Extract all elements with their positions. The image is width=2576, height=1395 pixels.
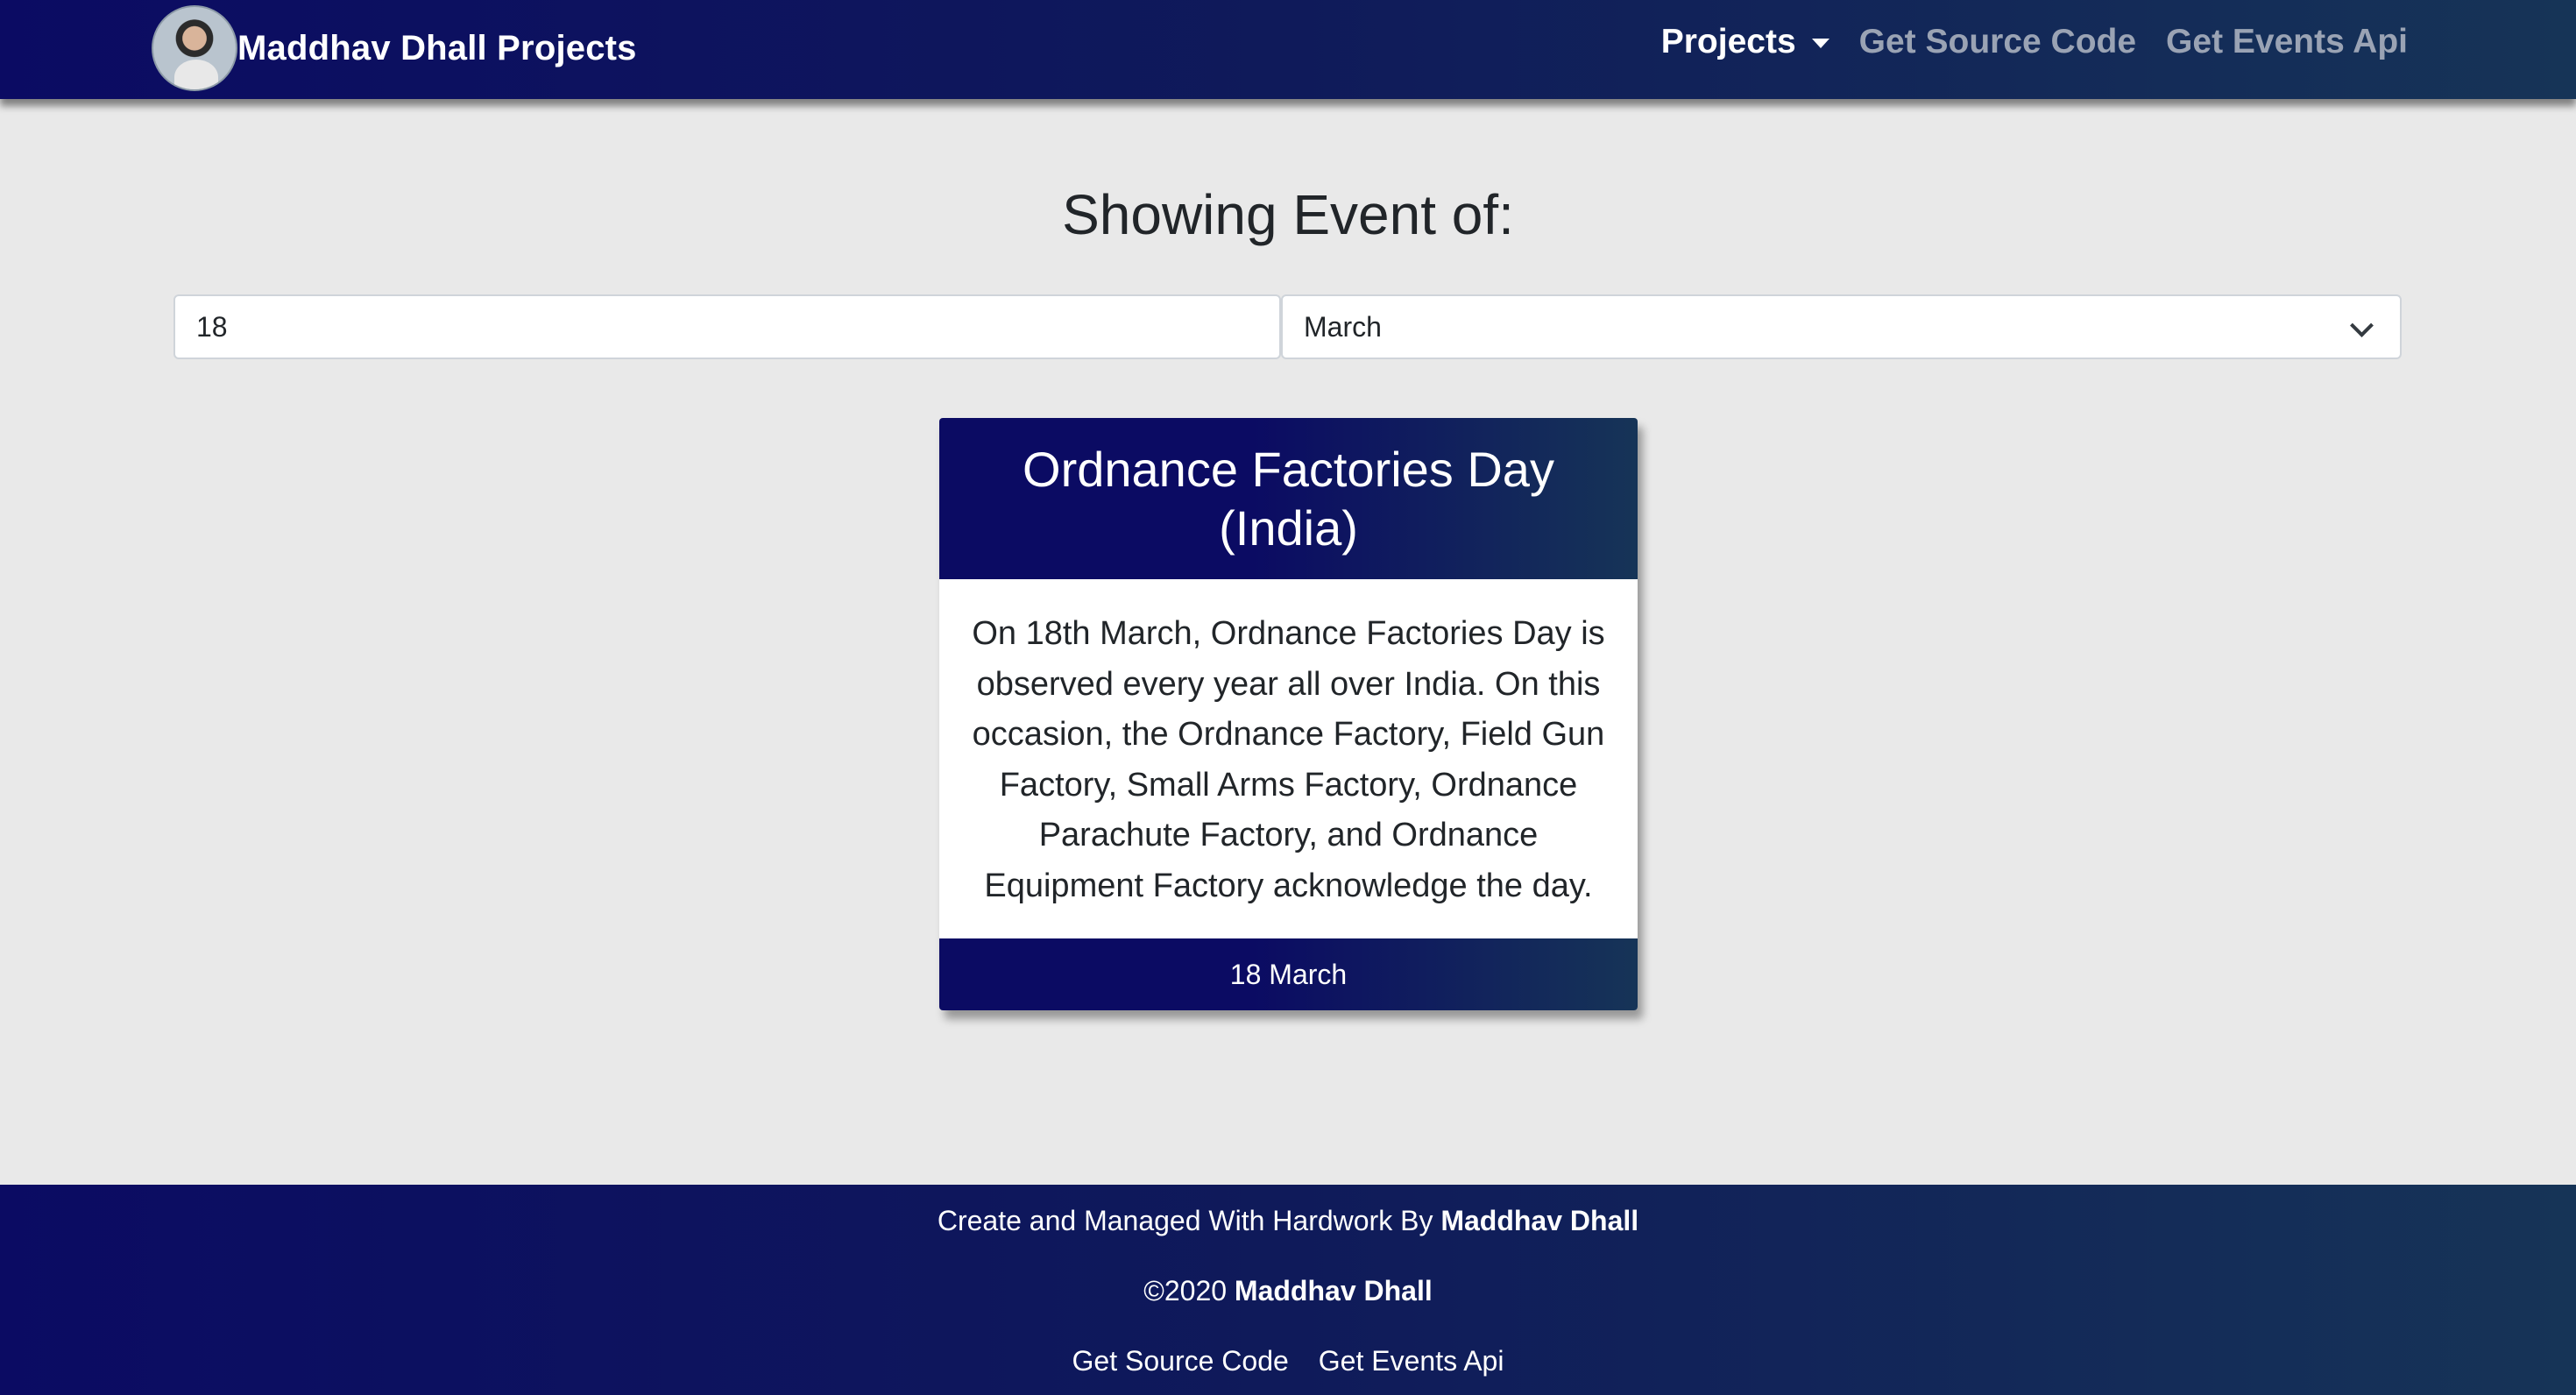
- footer-credit: Create and Managed With Hardwork By Madd…: [0, 1205, 2576, 1237]
- footer-copyright-prefix: ©2020: [1143, 1275, 1228, 1306]
- footer-credit-prefix: Create and Managed With Hardwork By: [937, 1205, 1433, 1236]
- brand-title: Maddhav Dhall Projects: [237, 28, 637, 67]
- event-card-description: On 18th March, Ordnance Factories Day is…: [972, 615, 1605, 904]
- footer-credit-name: Maddhav Dhall: [1440, 1205, 1639, 1236]
- event-card-title: Ordnance Factories Day (India): [939, 418, 1638, 579]
- brand-link[interactable]: Maddhav Dhall Projects: [152, 5, 637, 91]
- event-card: Ordnance Factories Day (India) On 18th M…: [939, 418, 1638, 1010]
- nav-projects-dropdown[interactable]: Projects: [1661, 23, 1829, 61]
- nav-projects-label: Projects: [1660, 23, 1796, 60]
- top-navbar: Maddhav Dhall Projects Projects Get Sour…: [0, 0, 2576, 99]
- month-select[interactable]: March: [1281, 294, 2402, 359]
- avatar: [152, 5, 237, 91]
- footer-copyright-name: Maddhav Dhall: [1234, 1275, 1433, 1306]
- footer-copyright: ©2020 Maddhav Dhall: [0, 1275, 2576, 1307]
- nav-links: Projects Get Source Code Get Events Api: [1661, 23, 2408, 61]
- day-input[interactable]: [173, 294, 1281, 359]
- footer-links: Get Source Code Get Events Api: [0, 1345, 2576, 1377]
- footer-link-events-api[interactable]: Get Events Api: [1319, 1345, 1504, 1377]
- chevron-down-icon: [2350, 314, 2374, 337]
- event-card-date: 18 March: [939, 938, 1638, 1010]
- caret-down-icon: [1811, 38, 1829, 48]
- footer-link-source-code[interactable]: Get Source Code: [1072, 1345, 1289, 1377]
- page-title: Showing Event of:: [1062, 183, 1514, 246]
- nav-get-events-api[interactable]: Get Events Api: [2166, 23, 2408, 61]
- month-select-value: March: [1304, 310, 1382, 343]
- page-footer: Create and Managed With Hardwork By Madd…: [0, 1185, 2576, 1395]
- nav-get-source-code[interactable]: Get Source Code: [1859, 23, 2136, 61]
